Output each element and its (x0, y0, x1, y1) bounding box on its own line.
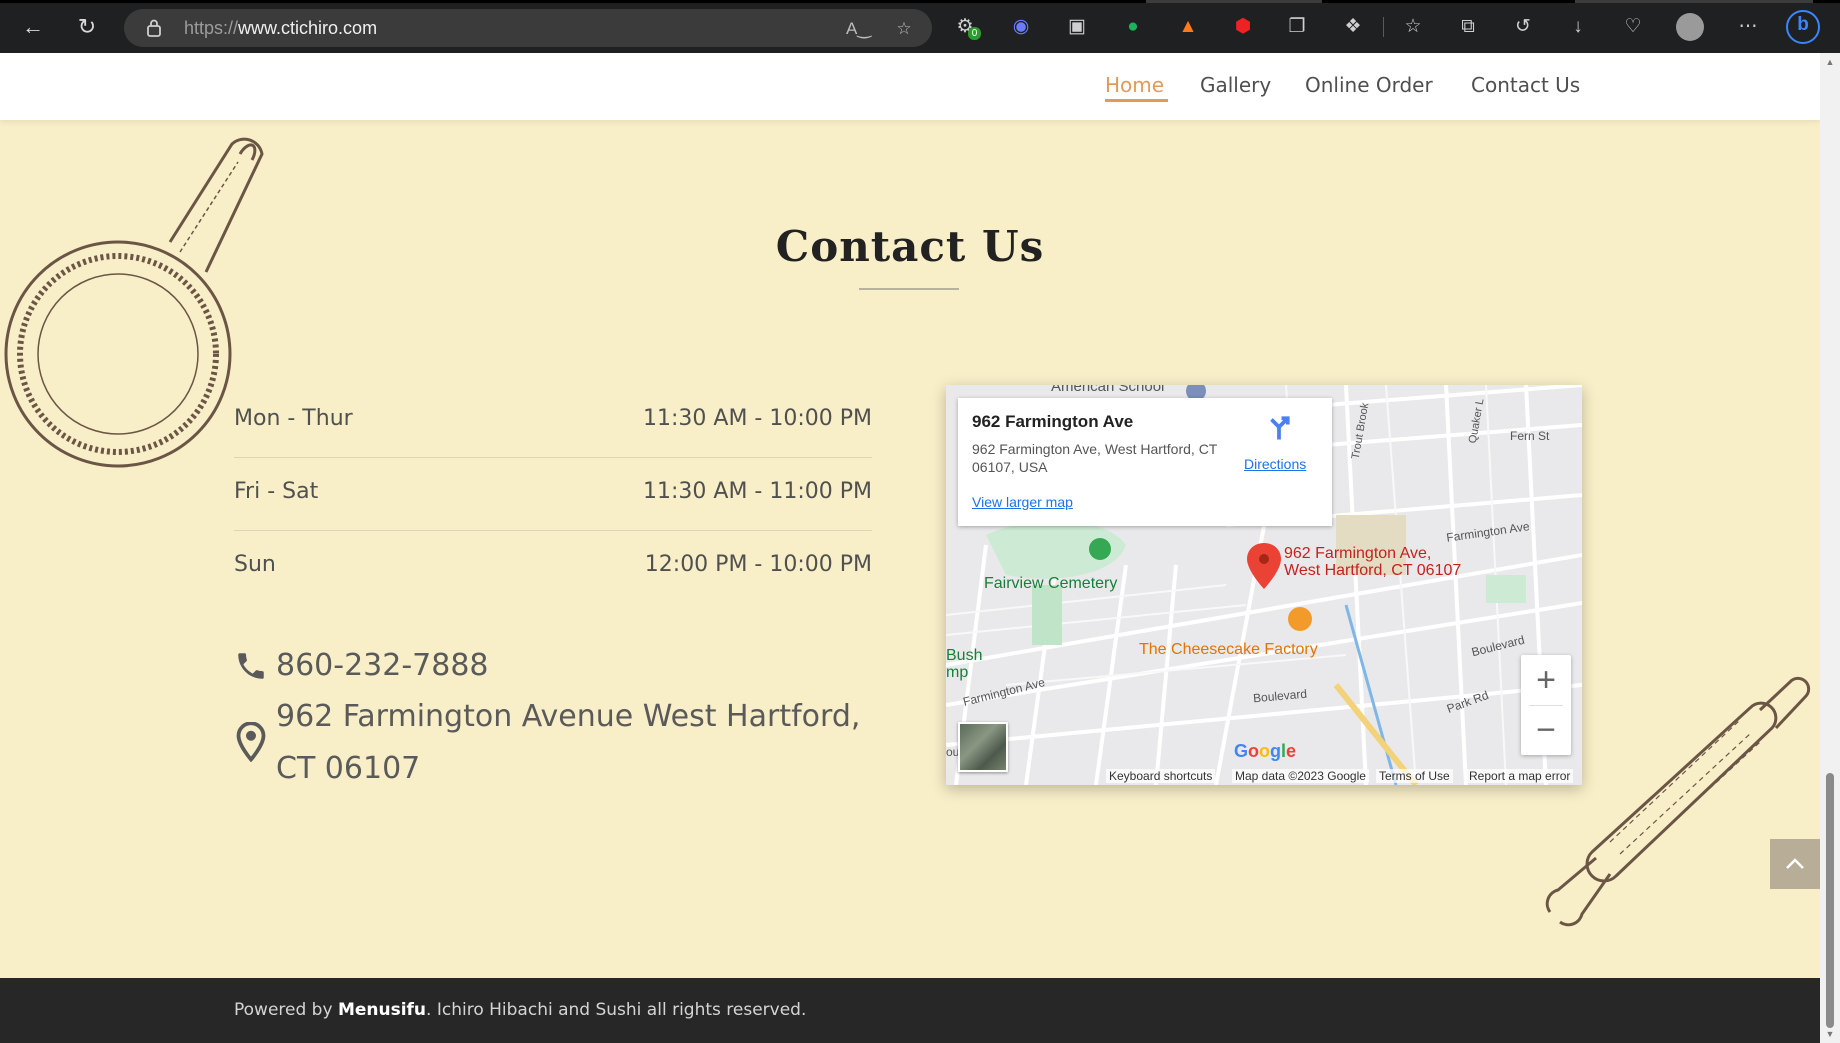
flame-extension-icon[interactable]: ▲ (1175, 14, 1201, 40)
hours-time: 11:30 AM - 11:00 PM (643, 479, 872, 504)
map-label-bush-line1: Bush (946, 647, 983, 664)
site-footer: Powered by Menusifu. Ichiro Hibachi and … (0, 978, 1820, 1043)
view-larger-map-link[interactable]: View larger map (972, 494, 1073, 510)
tab-window-icon[interactable]: ▣ (1064, 14, 1090, 40)
back-icon[interactable]: ← (18, 12, 48, 42)
more-menu-icon[interactable]: ⋯ (1735, 14, 1761, 40)
download-icon[interactable]: ↓ (1565, 14, 1591, 40)
zoom-in-button[interactable]: + (1521, 655, 1571, 705)
add-favorite-icon[interactable]: ☆ (892, 17, 916, 41)
map-label-school: American School (1051, 385, 1165, 395)
report-map-error-link[interactable]: Report a map error (1466, 769, 1574, 783)
footer-text: Powered by Menusifu. Ichiro Hibachi and … (234, 1000, 807, 1020)
address-bar[interactable]: https://www.ctichiro.com A‿ ☆ (124, 9, 932, 47)
collections-icon[interactable]: ⧉ (1455, 14, 1481, 40)
map-pin-label-line1: 962 Farmington Ave, (1284, 545, 1432, 562)
contact-heading: Contact Us (775, 222, 1045, 271)
map-data-text: Map data ©2023 Google (1232, 769, 1369, 783)
map-attribution: Keyboard shortcuts Map data ©2023 Google… (946, 767, 1582, 785)
extension-badge-icon[interactable]: ⚙ 0 (952, 14, 981, 40)
bing-chat-icon[interactable]: b (1786, 10, 1820, 44)
hours-row: Mon - Thur 11:30 AM - 10:00 PM (234, 385, 872, 458)
map-info-card: 962 Farmington Ave 962 Farmington Ave, W… (958, 398, 1332, 526)
map-label-bush-line2: mp (946, 664, 969, 681)
nav-gallery[interactable]: Gallery (1200, 73, 1271, 97)
phone-number[interactable]: 860-232-7888 (276, 640, 489, 692)
extensions-icon[interactable]: ❖ (1340, 14, 1366, 40)
map-card-address: 962 Farmington Ave, West Hartford, CT 06… (972, 441, 1218, 475)
browser-toolbar: ← ↻ https://www.ctichiro.com A‿ ☆ ⚙ 0 ◉ ▣… (0, 0, 1840, 53)
hours-row: Sun 12:00 PM - 10:00 PM (234, 531, 872, 604)
hours-day: Sun (234, 552, 276, 577)
url-text[interactable]: https://www.ctichiro.com (184, 18, 377, 39)
refresh-icon[interactable]: ↻ (72, 12, 102, 42)
history-icon[interactable]: ↺ (1510, 14, 1536, 40)
directions-icon[interactable] (1264, 412, 1294, 442)
zoom-out-button[interactable]: − (1521, 705, 1571, 755)
map-pin-label: 962 Farmington Ave, West Hartford, CT 06… (1284, 545, 1461, 579)
scroll-up-arrow-icon[interactable]: ▲ (1825, 57, 1835, 67)
hours-time: 12:00 PM - 10:00 PM (644, 552, 872, 577)
map-zoom-control: + − (1521, 655, 1571, 755)
hours-row: Fri - Sat 11:30 AM - 11:00 PM (234, 458, 872, 531)
scrollbar-thumb[interactable] (1826, 773, 1834, 1028)
heading-divider (859, 288, 959, 290)
scroll-down-arrow-icon[interactable]: ▼ (1825, 1029, 1835, 1039)
extension-colorful-icon[interactable]: ◉ (1008, 14, 1034, 40)
phone-icon (238, 653, 264, 679)
terms-of-use-link[interactable]: Terms of Use (1376, 769, 1453, 783)
favorites-icon[interactable]: ☆ (1400, 14, 1426, 40)
map-label-cheesecake: The Cheesecake Factory (1139, 641, 1318, 658)
address-line-2: CT 06107 (276, 751, 421, 786)
grammarly-icon[interactable]: ● (1120, 14, 1146, 40)
chevron-up-icon (1786, 858, 1804, 869)
nav-active-underline (1105, 99, 1168, 102)
profile-avatar-icon[interactable] (1676, 13, 1704, 41)
browser-essentials-icon[interactable]: ♡ (1620, 14, 1646, 40)
keyboard-shortcuts-link[interactable]: Keyboard shortcuts (1106, 769, 1216, 783)
address-line-1: 962 Farmington Avenue West Hartford, (276, 699, 861, 734)
hours-day: Fri - Sat (234, 479, 319, 504)
nav-contact-us[interactable]: Contact Us (1471, 73, 1580, 97)
location-pin-icon (236, 722, 266, 762)
frying-pan-illustration (4, 137, 264, 468)
adblock-icon[interactable]: ⬢ (1230, 14, 1256, 40)
tab-strip-edge (0, 0, 1840, 3)
lock-icon (147, 19, 161, 37)
read-aloud-icon[interactable]: A‿ (846, 17, 871, 41)
nav-online-order[interactable]: Online Order (1305, 73, 1433, 97)
directions-link[interactable]: Directions (1244, 456, 1306, 472)
map-label-cemetery: Fairview Cemetery (984, 575, 1118, 592)
map-label-bush: Bush mp (946, 647, 982, 681)
scroll-to-top-button[interactable] (1770, 839, 1820, 889)
map-card-title: 962 Farmington Ave (972, 412, 1134, 431)
google-logo: Google (1234, 741, 1297, 761)
page-scrollbar[interactable]: ▲ ▼ (1820, 53, 1840, 1043)
map-label-fern: Fern St (1510, 429, 1550, 443)
hours-time: 11:30 AM - 10:00 PM (643, 406, 872, 431)
badge-count: 0 (968, 27, 981, 40)
map-pin-label-line2: West Hartford, CT 06107 (1284, 562, 1462, 579)
extension-puzzle-stack-icon[interactable]: ❐ (1284, 14, 1310, 40)
hours-day: Mon - Thur (234, 406, 353, 431)
nav-home[interactable]: Home (1105, 73, 1164, 97)
satellite-layer-toggle[interactable] (958, 722, 1008, 772)
menusifu-link[interactable]: Menusifu (338, 1000, 426, 1020)
site-navigation: Home Gallery Online Order Contact Us (0, 53, 1820, 120)
google-map-embed[interactable]: American School Trout Brook Quaker L Fer… (946, 385, 1582, 785)
